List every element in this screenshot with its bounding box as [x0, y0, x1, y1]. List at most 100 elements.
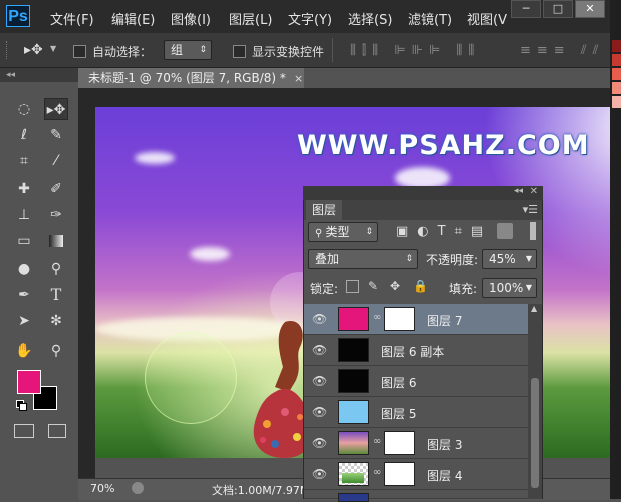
link-icon[interactable]: ∞ [373, 467, 381, 481]
history-brush-tool-icon[interactable]: ✑ [44, 204, 68, 226]
layer-filter-dropdown[interactable]: ⚲ 类型 ⇕ [308, 222, 378, 242]
collapse-icon[interactable]: ◂◂ [514, 186, 523, 196]
healing-brush-tool-icon[interactable]: ✚ [12, 178, 36, 200]
swatch[interactable] [612, 82, 621, 94]
foreground-color-swatch[interactable] [17, 370, 41, 394]
eyedropper-tool-icon[interactable]: ⁄ [44, 150, 68, 172]
swatch[interactable] [612, 96, 621, 108]
clone-stamp-tool-icon[interactable]: ⊥ [12, 204, 36, 226]
layer-thumbnail [338, 369, 369, 393]
chevron-down-icon[interactable]: ▼ [50, 44, 56, 53]
rectangular-marquee-tool-icon[interactable]: ◌ [12, 98, 36, 120]
type-tool-icon[interactable]: T [44, 284, 68, 306]
brush-tool-icon[interactable]: ✐ [44, 178, 68, 200]
lock-all-icon[interactable]: 🔒 [413, 279, 428, 293]
eye-icon[interactable]: 👁 [312, 343, 327, 357]
auto-select-checkbox[interactable] [73, 45, 86, 58]
opacity-field[interactable]: 45% ▼ [482, 249, 537, 269]
crop-tool-icon[interactable]: ⌗ [12, 150, 36, 172]
restore-button[interactable]: □ [543, 0, 573, 18]
move-tool-preset-icon[interactable]: ▸✥ [24, 42, 43, 58]
close-button[interactable]: ✕ [575, 0, 605, 18]
scrollbar-thumb[interactable] [531, 378, 539, 488]
filter-toggle[interactable] [497, 223, 513, 239]
layer-row[interactable] [304, 490, 528, 502]
tab-layers[interactable]: 图层 [306, 200, 342, 220]
cloud-shape [190, 247, 230, 261]
scroll-up-icon[interactable]: ▲ [531, 304, 537, 313]
status-icon[interactable] [132, 482, 144, 494]
path-selection-tool-icon[interactable]: ➤ [12, 310, 36, 332]
swatch[interactable] [612, 40, 621, 52]
fill-field[interactable]: 100% ▼ [482, 278, 537, 298]
align-icons[interactable]: ⫼⫿⫼ ⊫⊪⊫ ⫼⫼ [350, 43, 480, 58]
menu-view[interactable]: 视图(V [467, 9, 507, 28]
close-icon[interactable]: ✕ [530, 186, 538, 197]
menu-file[interactable]: 文件(F) [50, 9, 94, 28]
link-icon[interactable]: ∞ [373, 436, 381, 450]
layer-row[interactable]: 👁 ∞ 图层 7 [304, 304, 528, 335]
minimize-button[interactable]: ─ [511, 0, 541, 18]
lasso-tool-icon[interactable]: ℓ [12, 124, 36, 146]
menu-select[interactable]: 选择(S) [348, 9, 392, 28]
menu-image[interactable]: 图像(I) [171, 9, 211, 28]
layer-row[interactable]: 👁 图层 5 [304, 397, 528, 428]
default-colors-icon[interactable] [16, 400, 27, 411]
dodge-tool-icon[interactable]: ⚲ [44, 258, 68, 280]
lock-position-icon[interactable]: ✥ [390, 279, 400, 293]
zoom-tool-icon[interactable]: ⚲ [44, 340, 68, 362]
swatch[interactable] [612, 54, 621, 66]
menu-type[interactable]: 文字(Y) [288, 9, 332, 28]
filter-switch[interactable] [530, 222, 536, 240]
menu-layer[interactable]: 图层(L) [229, 9, 272, 28]
layer-filter-icons[interactable]: ▣◐T⌗▤ [396, 224, 492, 239]
layer-mask-thumbnail[interactable] [384, 431, 415, 455]
eye-icon[interactable]: 👁 [312, 405, 327, 419]
quick-mask-icon[interactable] [14, 424, 34, 438]
hand-tool-icon[interactable]: ✋ [12, 340, 36, 362]
eye-icon[interactable]: 👁 [312, 312, 327, 326]
pen-tool-icon[interactable]: ✒ [12, 284, 36, 306]
screen-mode-icon[interactable] [48, 424, 66, 438]
toolbox-collapse-handle[interactable]: ◂◂ [0, 68, 78, 82]
quick-selection-tool-icon[interactable]: ✎ [44, 124, 68, 146]
layer-row[interactable]: 👁 图层 6 [304, 366, 528, 397]
lock-image-pixels-icon[interactable]: ✎ [368, 279, 378, 293]
link-icon[interactable]: ∞ [373, 312, 381, 326]
lock-label: 锁定: [310, 282, 339, 296]
eye-icon[interactable]: 👁 [312, 467, 327, 481]
menu-edit[interactable]: 编辑(E) [111, 9, 155, 28]
show-transform-checkbox[interactable] [233, 45, 246, 58]
close-icon[interactable]: × [294, 72, 303, 85]
document-info[interactable]: 文档:1.00M/7.97M [212, 482, 309, 498]
gradient-tool-icon[interactable] [44, 230, 68, 252]
canvas-gutter [78, 107, 95, 478]
layer-name[interactable]: 图层 6 副本 [381, 343, 444, 360]
custom-shape-tool-icon[interactable]: ✻ [44, 310, 68, 332]
auto-select-dropdown[interactable]: 组 ⇕ [164, 40, 212, 60]
lock-transparent-pixels-icon[interactable] [346, 280, 359, 293]
options-bar-grip [6, 41, 11, 59]
zoom-level[interactable]: 70% [90, 482, 114, 495]
menu-filter[interactable]: 滤镜(T) [408, 9, 452, 28]
layer-name[interactable]: 图层 6 [381, 374, 416, 391]
document-tab[interactable]: 未标题-1 @ 70% (图层 7, RGB/8) * [78, 68, 304, 88]
eye-icon[interactable]: 👁 [312, 374, 327, 388]
move-tool-icon[interactable]: ▸✥ [44, 98, 68, 120]
layer-row[interactable]: 👁 ∞ 图层 4 [304, 459, 528, 490]
layer-mask-thumbnail[interactable] [384, 462, 415, 486]
layer-name[interactable]: 图层 4 [427, 467, 462, 484]
layer-name[interactable]: 图层 3 [427, 436, 462, 453]
panel-menu-icon[interactable]: ▾☰ [523, 203, 538, 216]
layer-name[interactable]: 图层 7 [427, 312, 462, 329]
swatch[interactable] [612, 68, 621, 80]
blur-tool-icon[interactable]: ● [12, 258, 36, 280]
layer-mask-thumbnail[interactable] [384, 307, 415, 331]
eraser-tool-icon[interactable]: ▭ [12, 230, 36, 252]
blend-mode-dropdown[interactable]: 叠加 ⇕ [308, 249, 418, 269]
layer-row[interactable]: 👁 图层 6 副本 [304, 335, 528, 366]
layer-name[interactable]: 图层 5 [381, 405, 416, 422]
distribute-icons[interactable]: ≡≡≡ ⫽⫽ [520, 43, 608, 58]
eye-icon[interactable]: 👁 [312, 436, 327, 450]
layer-row[interactable]: 👁 ∞ 图层 3 [304, 428, 528, 459]
